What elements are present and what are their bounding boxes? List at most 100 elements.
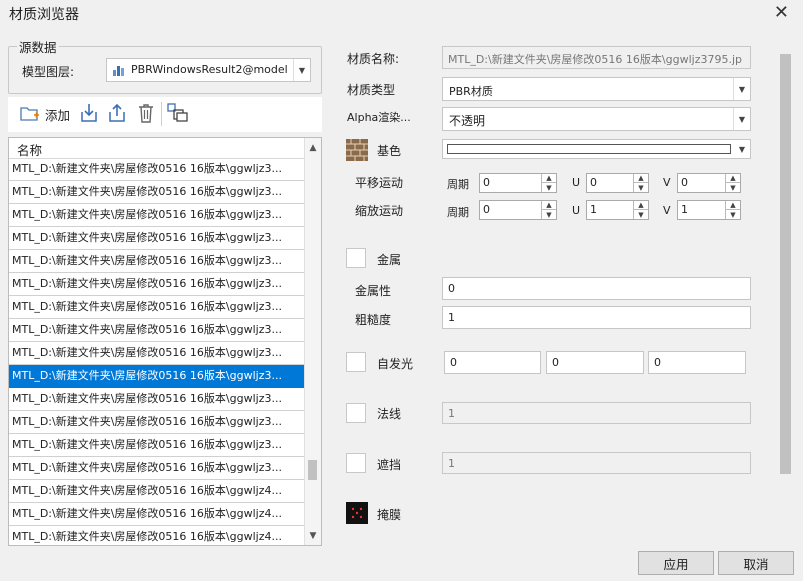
- batch-button[interactable]: [166, 101, 190, 127]
- pan-v-value: 0: [681, 176, 688, 189]
- spin-up-icon[interactable]: ▲: [634, 201, 648, 210]
- apply-button[interactable]: 应用: [638, 551, 714, 575]
- scale-v-stepper[interactable]: 1 ▲ ▼: [677, 200, 741, 220]
- chevron-down-icon[interactable]: ▼: [733, 78, 750, 100]
- emissive-b-field[interactable]: 0: [648, 351, 746, 374]
- occlusion-field[interactable]: 1: [442, 452, 751, 474]
- list-item[interactable]: MTL_D:\新建文件夹\房屋修改0516 16版本\ggwljz3...: [9, 457, 305, 480]
- alpha-render-value: 不透明: [449, 114, 486, 128]
- scale-v-value: 1: [681, 203, 688, 216]
- export-icon: [108, 103, 126, 126]
- base-color-picker[interactable]: ▼: [442, 139, 751, 159]
- import-icon: [80, 103, 98, 126]
- scale-u-stepper[interactable]: 1 ▲ ▼: [586, 200, 649, 220]
- pan-period-label: 周期: [447, 178, 469, 191]
- close-icon[interactable]: ✕: [774, 2, 789, 23]
- scale-u-label: U: [572, 204, 581, 217]
- occlusion-texture-slot[interactable]: [346, 453, 366, 473]
- trash-icon: [137, 103, 155, 126]
- pan-u-stepper[interactable]: 0 ▲ ▼: [586, 173, 649, 193]
- export-button[interactable]: [106, 101, 128, 127]
- list-item[interactable]: MTL_D:\新建文件夹\房屋修改0516 16版本\ggwljz3...: [9, 365, 305, 388]
- list-item[interactable]: MTL_D:\新建文件夹\房屋修改0516 16版本\ggwljz3...: [9, 227, 305, 250]
- list-toolbar: 添加: [8, 97, 322, 132]
- scale-period-stepper[interactable]: 0 ▲ ▼: [479, 200, 557, 220]
- import-button[interactable]: [78, 101, 100, 127]
- roughness-label: 粗糙度: [355, 313, 392, 327]
- list-item[interactable]: MTL_D:\新建文件夹\房屋修改0516 16版本\ggwljz4...: [9, 480, 305, 503]
- normal-field[interactable]: 1: [442, 402, 751, 424]
- pan-motion-label: 平移运动: [355, 176, 404, 190]
- spin-up-icon[interactable]: ▲: [726, 201, 740, 210]
- material-type-select[interactable]: PBR材质 ▼: [442, 77, 751, 101]
- material-name-field[interactable]: MTL_D:\新建文件夹\房屋修改0516 16版本\ggwljz3795.jp: [442, 46, 751, 69]
- spin-up-icon[interactable]: ▲: [542, 174, 556, 183]
- list-item[interactable]: MTL_D:\新建文件夹\房屋修改0516 16版本\ggwljz3...: [9, 250, 305, 273]
- spin-up-icon[interactable]: ▲: [726, 174, 740, 183]
- add-folder-icon: [20, 104, 40, 125]
- list-item[interactable]: MTL_D:\新建文件夹\房屋修改0516 16版本\ggwljz3...: [9, 342, 305, 365]
- stack-icon: [167, 102, 189, 126]
- scroll-up-icon[interactable]: ▲: [305, 139, 321, 156]
- scroll-thumb[interactable]: [308, 460, 317, 480]
- list-item[interactable]: MTL_D:\新建文件夹\房屋修改0516 16版本\ggwljz3...: [9, 411, 305, 434]
- metal-label: 金属: [377, 253, 402, 267]
- scroll-down-icon[interactable]: ▼: [305, 527, 321, 544]
- cancel-button[interactable]: 取消: [718, 551, 794, 575]
- list-item[interactable]: MTL_D:\新建文件夹\房屋修改0516 16版本\ggwljz3...: [9, 434, 305, 457]
- material-type-label: 材质类型: [347, 83, 396, 97]
- pan-v-stepper[interactable]: 0 ▲ ▼: [677, 173, 741, 193]
- list-item[interactable]: MTL_D:\新建文件夹\房屋修改0516 16版本\ggwljz3...: [9, 319, 305, 342]
- metal-texture-slot[interactable]: [346, 248, 366, 268]
- column-name-header[interactable]: 名称: [17, 140, 42, 159]
- scroll-thumb[interactable]: [780, 54, 791, 474]
- scale-period-label: 周期: [447, 206, 469, 219]
- list-item[interactable]: MTL_D:\新建文件夹\房屋修改0516 16版本\ggwljz3...: [9, 158, 305, 181]
- list-item[interactable]: MTL_D:\新建文件夹\房屋修改0516 16版本\ggwljz3...: [9, 273, 305, 296]
- pan-u-label: U: [572, 176, 581, 189]
- list-item[interactable]: MTL_D:\新建文件夹\房屋修改0516 16版本\ggwljz4...: [9, 503, 305, 526]
- delete-button[interactable]: [135, 101, 157, 127]
- pan-period-stepper[interactable]: 0 ▲ ▼: [479, 173, 557, 193]
- material-list[interactable]: 名称 MTL_D:\新建文件夹\房屋修改0516 16版本\ggwljz3...…: [8, 137, 322, 546]
- list-item[interactable]: MTL_D:\新建文件夹\房屋修改0516 16版本\ggwljz3...: [9, 296, 305, 319]
- material-type-value: PBR材质: [449, 85, 493, 98]
- chevron-down-icon[interactable]: ▼: [293, 59, 310, 81]
- emissive-g-field[interactable]: 0: [546, 351, 644, 374]
- metalness-field[interactable]: 0: [442, 277, 751, 300]
- list-scrollbar[interactable]: ▲ ▼: [304, 138, 321, 545]
- spin-up-icon[interactable]: ▲: [542, 201, 556, 210]
- emissive-r-field[interactable]: 0: [444, 351, 541, 374]
- base-color-label: 基色: [377, 144, 402, 158]
- spin-up-icon[interactable]: ▲: [634, 174, 648, 183]
- pan-v-label: V: [663, 176, 671, 189]
- normal-texture-slot[interactable]: [346, 403, 366, 423]
- list-item[interactable]: MTL_D:\新建文件夹\房屋修改0516 16版本\ggwljz3...: [9, 388, 305, 411]
- list-item[interactable]: MTL_D:\新建文件夹\房屋修改0516 16版本\ggwljz3...: [9, 204, 305, 227]
- mask-texture-icon[interactable]: [346, 502, 368, 524]
- spin-down-icon[interactable]: ▼: [542, 183, 556, 192]
- base-color-texture-icon[interactable]: [346, 139, 368, 161]
- spin-down-icon[interactable]: ▼: [634, 210, 648, 219]
- scale-period-value: 0: [483, 203, 490, 216]
- add-button[interactable]: 添加: [14, 101, 76, 127]
- emissive-texture-slot[interactable]: [346, 352, 366, 372]
- pan-u-value: 0: [590, 176, 597, 189]
- roughness-field[interactable]: 1: [442, 306, 751, 329]
- list-item[interactable]: MTL_D:\新建文件夹\房屋修改0516 16版本\ggwljz3...: [9, 181, 305, 204]
- model-layer-select[interactable]: PBRWindowsResult2@model ▼: [106, 58, 311, 82]
- properties-scrollbar[interactable]: [778, 38, 793, 532]
- spin-down-icon[interactable]: ▼: [542, 210, 556, 219]
- spin-down-icon[interactable]: ▼: [726, 183, 740, 192]
- occlusion-label: 遮挡: [377, 458, 402, 472]
- chevron-down-icon[interactable]: ▼: [733, 108, 750, 130]
- spin-down-icon[interactable]: ▼: [634, 183, 648, 192]
- alpha-render-select[interactable]: 不透明 ▼: [442, 107, 751, 131]
- source-data-label: 源数据: [17, 37, 59, 56]
- scale-motion-label: 缩放运动: [355, 204, 404, 218]
- list-item[interactable]: MTL_D:\新建文件夹\房屋修改0516 16版本\ggwljz4...: [9, 526, 305, 545]
- pan-period-value: 0: [483, 176, 490, 189]
- chevron-down-icon[interactable]: ▼: [734, 140, 750, 158]
- spin-down-icon[interactable]: ▼: [726, 210, 740, 219]
- add-button-label: 添加: [44, 107, 70, 123]
